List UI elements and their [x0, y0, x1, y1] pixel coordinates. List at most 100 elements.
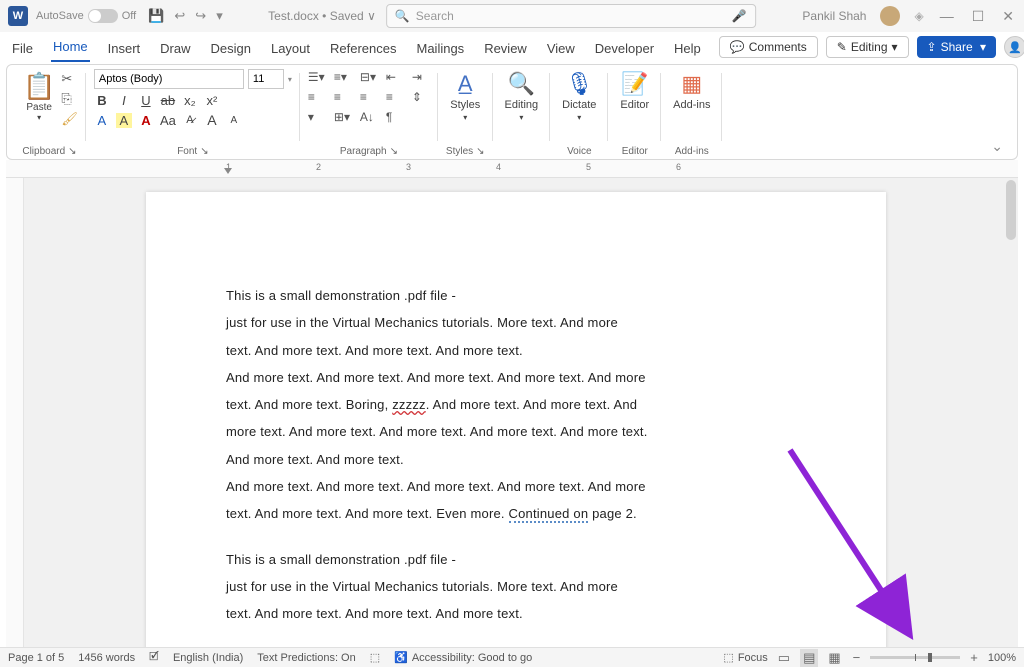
zoom-out-button[interactable]: − — [851, 650, 863, 665]
accessibility-status[interactable]: ♿ Accessibility: Good to go — [394, 651, 532, 664]
bullets-button[interactable]: ☰▾ — [308, 69, 326, 85]
tab-design[interactable]: Design — [209, 37, 253, 62]
italic-button[interactable]: I — [116, 93, 132, 108]
multilevel-button[interactable]: ⊟▾ — [360, 69, 378, 85]
print-layout-button[interactable]: ▤ — [800, 649, 818, 667]
tab-help[interactable]: Help — [672, 37, 703, 62]
numbering-button[interactable]: ≡▾ — [334, 69, 352, 85]
paste-button[interactable]: 📋 Paste ▾ — [21, 69, 57, 124]
redo-icon[interactable]: ↪ — [195, 8, 206, 24]
tab-insert[interactable]: Insert — [106, 37, 143, 62]
maximize-button[interactable]: ☐ — [970, 8, 987, 25]
highlight-button[interactable]: A — [116, 113, 132, 128]
tab-mailings[interactable]: Mailings — [415, 37, 467, 62]
body-text[interactable]: more text. And more text. And more text.… — [226, 418, 806, 445]
tab-references[interactable]: References — [328, 37, 398, 62]
sort-button[interactable]: A↓ — [360, 109, 378, 125]
body-text[interactable]: And more text. And more text. And more t… — [226, 364, 806, 391]
tab-developer[interactable]: Developer — [593, 37, 656, 62]
page-indicator[interactable]: Page 1 of 5 — [8, 652, 64, 664]
zoom-level[interactable]: 100% — [988, 652, 1016, 664]
collapse-ribbon-button[interactable]: ⌄ — [983, 134, 1011, 159]
decrease-indent-button[interactable]: ⇤ — [386, 69, 404, 85]
clear-format-button[interactable]: A̷ — [182, 114, 198, 126]
focus-button[interactable]: ⬚ Focus — [723, 651, 767, 664]
body-text[interactable]: just for use in the Virtual Mechanics tu… — [226, 573, 806, 600]
shrink-font-button[interactable]: A — [226, 115, 242, 126]
word-count[interactable]: 1456 words — [78, 652, 135, 664]
indent-marker-icon[interactable] — [224, 168, 232, 174]
spellcheck-icon[interactable]: 🗹 — [149, 648, 159, 667]
tab-view[interactable]: View — [545, 37, 577, 62]
show-marks-button[interactable]: ¶ — [386, 109, 404, 125]
grammar-mark[interactable]: Continued on — [509, 506, 589, 523]
format-painter-icon[interactable]: 🖌 — [61, 111, 78, 127]
editor-button[interactable]: 📝 Editor — [616, 69, 653, 113]
user-avatar-icon[interactable] — [880, 6, 900, 26]
toggle-switch[interactable] — [88, 9, 118, 23]
increase-indent-button[interactable]: ⇥ — [412, 69, 430, 85]
body-text[interactable]: And more text. And more text. And more t… — [226, 473, 806, 500]
dictate-button[interactable]: 🎙 Dictate ▾ — [558, 69, 600, 124]
editing-mode-button[interactable]: ✎ Editing ▾ — [826, 36, 909, 58]
horizontal-ruler[interactable]: 1 2 3 4 5 6 — [6, 160, 1018, 178]
save-icon[interactable]: 💾 — [148, 8, 164, 24]
minimize-button[interactable]: — — [938, 8, 956, 24]
tab-review[interactable]: Review — [482, 37, 529, 62]
vertical-ruler[interactable] — [6, 178, 24, 647]
dialog-launcher-icon[interactable]: ↘ — [200, 146, 208, 157]
comments-button[interactable]: 💬 Comments — [719, 36, 818, 58]
align-left-button[interactable]: ≡ — [308, 89, 326, 105]
addins-button[interactable]: ▦ Add-ins — [669, 69, 714, 113]
read-mode-button[interactable]: ▭ — [776, 650, 792, 666]
shading-button[interactable]: ▾ — [308, 109, 326, 125]
cut-icon[interactable]: ✂ — [61, 71, 78, 87]
superscript-button[interactable]: x² — [204, 93, 220, 108]
autosave-toggle[interactable]: AutoSave Off — [36, 9, 136, 23]
align-right-button[interactable]: ≡ — [360, 89, 378, 105]
undo-icon[interactable]: ↩ — [174, 8, 185, 24]
tab-draw[interactable]: Draw — [158, 37, 192, 62]
borders-button[interactable]: ⊞▾ — [334, 109, 352, 125]
user-name[interactable]: Pankil Shah — [802, 9, 866, 23]
zoom-in-button[interactable]: + — [968, 650, 980, 665]
font-color-button[interactable]: A — [138, 113, 154, 128]
body-text[interactable]: text. And more text. And more text. And … — [226, 600, 806, 627]
account-icon[interactable]: 👤 — [1004, 36, 1024, 58]
document-title[interactable]: Test.docx • Saved ∨ — [268, 9, 376, 23]
qat-dropdown-icon[interactable]: ▾ — [216, 8, 223, 24]
body-text[interactable]: text. And more text. Boring, zzzzz. And … — [226, 391, 806, 418]
body-text[interactable]: just for use in the Virtual Mechanics tu… — [226, 309, 806, 336]
dialog-launcher-icon[interactable]: ↘ — [68, 146, 76, 157]
tab-home[interactable]: Home — [51, 35, 90, 62]
dialog-launcher-icon[interactable]: ↘ — [390, 146, 398, 157]
font-name-select[interactable] — [94, 69, 244, 89]
grow-font-button[interactable]: A — [204, 112, 220, 128]
change-case-button[interactable]: Aa — [160, 113, 176, 128]
spelling-error[interactable]: zzzzz — [392, 397, 426, 412]
document-page[interactable]: This is a small demonstration .pdf file … — [146, 192, 886, 647]
subscript-button[interactable]: x₂ — [182, 93, 198, 108]
share-button[interactable]: ⇪ Share ▾ — [917, 36, 996, 58]
body-text[interactable]: And more text. And more text. — [226, 446, 806, 473]
tab-layout[interactable]: Layout — [269, 37, 312, 62]
line-spacing-button[interactable]: ⇕ — [412, 89, 430, 105]
font-size-select[interactable] — [248, 69, 284, 89]
vertical-scrollbar[interactable] — [1004, 178, 1018, 647]
copy-icon[interactable]: ⎘ — [61, 91, 78, 107]
scrollbar-thumb[interactable] — [1006, 180, 1016, 240]
tab-file[interactable]: File — [10, 37, 35, 62]
body-text[interactable]: text. And more text. And more text. Even… — [226, 500, 806, 527]
body-text[interactable]: text. And more text. And more text. And … — [226, 337, 806, 364]
diamond-icon[interactable]: ◈ — [914, 9, 923, 23]
styles-button[interactable]: A̲ Styles ▾ — [446, 69, 484, 124]
strikethrough-button[interactable]: ab — [160, 93, 176, 108]
dialog-launcher-icon[interactable]: ↘ — [476, 146, 484, 157]
body-text[interactable]: This is a small demonstration .pdf file … — [226, 546, 806, 573]
zoom-slider[interactable] — [870, 656, 960, 659]
align-center-button[interactable]: ≡ — [334, 89, 352, 105]
zoom-slider-thumb[interactable] — [928, 653, 932, 662]
underline-button[interactable]: U — [138, 93, 154, 108]
bold-button[interactable]: B — [94, 93, 110, 108]
search-box[interactable]: 🔍 Search 🎤 — [386, 4, 756, 28]
